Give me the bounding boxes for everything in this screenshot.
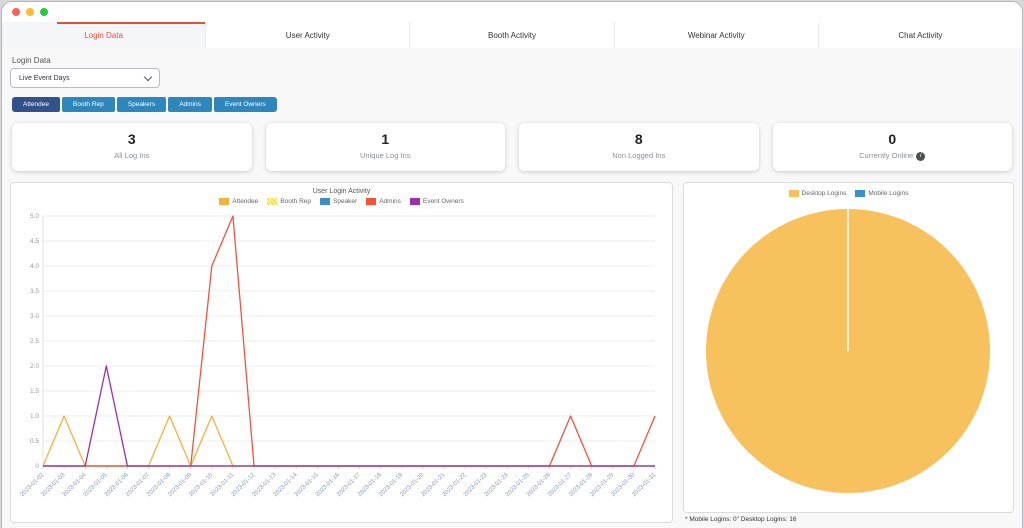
svg-text:4.0: 4.0 <box>30 263 39 270</box>
legend-swatch <box>788 190 799 197</box>
stat-card-all-log-ins: 3 All Log Ins <box>12 123 252 171</box>
role-button-attendee[interactable]: Attendee <box>12 97 61 112</box>
legend-label: Booth Rep <box>280 198 311 205</box>
legend-label: Desktop Logins <box>801 190 847 197</box>
stat-value: 1 <box>381 131 390 147</box>
pie-chart-svg <box>706 209 990 493</box>
legend-item-event-owners[interactable]: Event Owners <box>409 198 464 205</box>
tab-chat-activity[interactable]: Chat Activity <box>817 22 1022 48</box>
legend-label: Event Owners <box>422 198 464 205</box>
close-button[interactable] <box>12 8 20 16</box>
legend-swatch <box>409 198 420 205</box>
pie-chart-card: Desktop Logins Mobile Logins <box>683 182 1014 513</box>
legend-label: Mobile Logins <box>868 190 909 197</box>
line-chart-svg: 00.51.01.52.02.53.03.54.04.55.02023-01-0… <box>19 213 657 498</box>
stat-label: Currently Online i <box>773 151 1013 161</box>
legend-label: Attendee <box>232 198 259 205</box>
role-filter-group: Attendee Booth Rep Speakers Admins Event… <box>12 97 1014 112</box>
main-content: Login Data Live Event Days Attendee Boot… <box>2 48 1022 528</box>
tab-booth-activity[interactable]: Booth Activity <box>409 22 613 48</box>
pie-chart-footer: * Mobile Logins: 0" Desktop Logins: 16 <box>685 516 797 523</box>
chevron-down-icon <box>143 72 153 81</box>
svg-text:4.5: 4.5 <box>30 238 39 245</box>
pie-chart-column: Desktop Logins Mobile Logins * Mobile Log… <box>683 182 1014 523</box>
legend-swatch <box>855 190 866 197</box>
tab-label: Booth Activity <box>487 30 537 40</box>
app-window: Login Data User Activity Booth Activity … <box>2 2 1022 528</box>
legend-swatch <box>219 198 230 205</box>
tab-user-activity[interactable]: User Activity <box>205 22 409 48</box>
legend-swatch <box>366 198 377 205</box>
stat-value: 8 <box>634 131 643 147</box>
info-icon[interactable]: i <box>916 151 926 161</box>
role-button-speakers[interactable]: Speakers <box>116 97 167 112</box>
legend-item-desktop-logins[interactable]: Desktop Logins <box>788 190 847 197</box>
tab-label: User Activity <box>285 30 330 40</box>
tab-webinar-activity[interactable]: Webinar Activity <box>613 22 818 48</box>
stats-row: 3 All Log Ins 1 Unique Log Ins 8 Non Log… <box>12 123 1012 171</box>
tab-login-data[interactable]: Login Data <box>2 22 206 48</box>
role-button-event-owners[interactable]: Event Owners <box>213 97 277 112</box>
legend-item-speaker[interactable]: Speaker <box>320 198 357 205</box>
tab-bar: Login Data User Activity Booth Activity … <box>2 22 1022 49</box>
legend-item-booth-rep[interactable]: Booth Rep <box>267 198 311 205</box>
stat-card-unique-log-ins: 1 Unique Log Ins <box>265 123 505 171</box>
stat-label: Non Logged Ins <box>612 151 666 160</box>
svg-text:1.0: 1.0 <box>30 413 39 420</box>
minimize-button[interactable] <box>26 8 34 16</box>
svg-text:3.0: 3.0 <box>30 313 39 320</box>
stat-value: 0 <box>888 131 897 147</box>
line-chart-legend: Attendee Booth Rep Speaker Admins Event Owne… <box>13 195 670 208</box>
screen: { "tabs": [ {"label": "Login Data", "act… <box>0 0 1024 528</box>
svg-text:1.5: 1.5 <box>30 388 39 395</box>
legend-item-attendee[interactable]: Attendee <box>219 198 258 205</box>
titlebar <box>2 2 1022 22</box>
zoom-button[interactable] <box>40 8 48 16</box>
stat-label: All Log Ins <box>114 151 150 160</box>
charts-row: User Login Activity Attendee Booth Rep Spe… <box>10 182 1014 523</box>
svg-text:0: 0 <box>35 463 39 470</box>
legend-swatch <box>320 198 330 205</box>
legend-label: Speaker <box>333 198 358 205</box>
select-value: Live Event Days <box>19 74 70 82</box>
stat-label: Unique Log Ins <box>360 151 411 160</box>
stat-value: 3 <box>127 131 136 147</box>
stat-label-text: Currently Online <box>859 151 914 160</box>
tab-label: Login Data <box>84 30 123 40</box>
svg-text:2.5: 2.5 <box>30 338 39 345</box>
svg-text:3.5: 3.5 <box>30 288 39 295</box>
stat-card-currently-online: 0 Currently Online i <box>772 123 1013 171</box>
event-days-select[interactable]: Live Event Days <box>10 68 160 88</box>
line-chart-title: User Login Activity <box>312 188 371 195</box>
legend-label: Admins <box>379 198 401 205</box>
svg-text:2.0: 2.0 <box>30 363 39 370</box>
legend-item-admins[interactable]: Admins <box>366 198 401 205</box>
tab-label: Chat Activity <box>898 30 943 40</box>
tab-label: Webinar Activity <box>687 30 745 40</box>
line-chart-card: User Login Activity Attendee Booth Rep Spe… <box>10 182 673 523</box>
role-button-admins[interactable]: Admins <box>168 97 212 112</box>
role-button-booth-rep[interactable]: Booth Rep <box>62 97 115 112</box>
legend-swatch <box>267 198 278 205</box>
legend-item-mobile-logins[interactable]: Mobile Logins <box>855 190 908 197</box>
stat-card-non-logged-ins: 8 Non Logged Ins <box>519 123 759 171</box>
login-data-label: Login Data <box>12 56 51 65</box>
svg-text:0.5: 0.5 <box>30 438 39 445</box>
svg-text:5.0: 5.0 <box>30 213 39 220</box>
pie-chart-legend: Desktop Logins Mobile Logins <box>688 187 1009 200</box>
